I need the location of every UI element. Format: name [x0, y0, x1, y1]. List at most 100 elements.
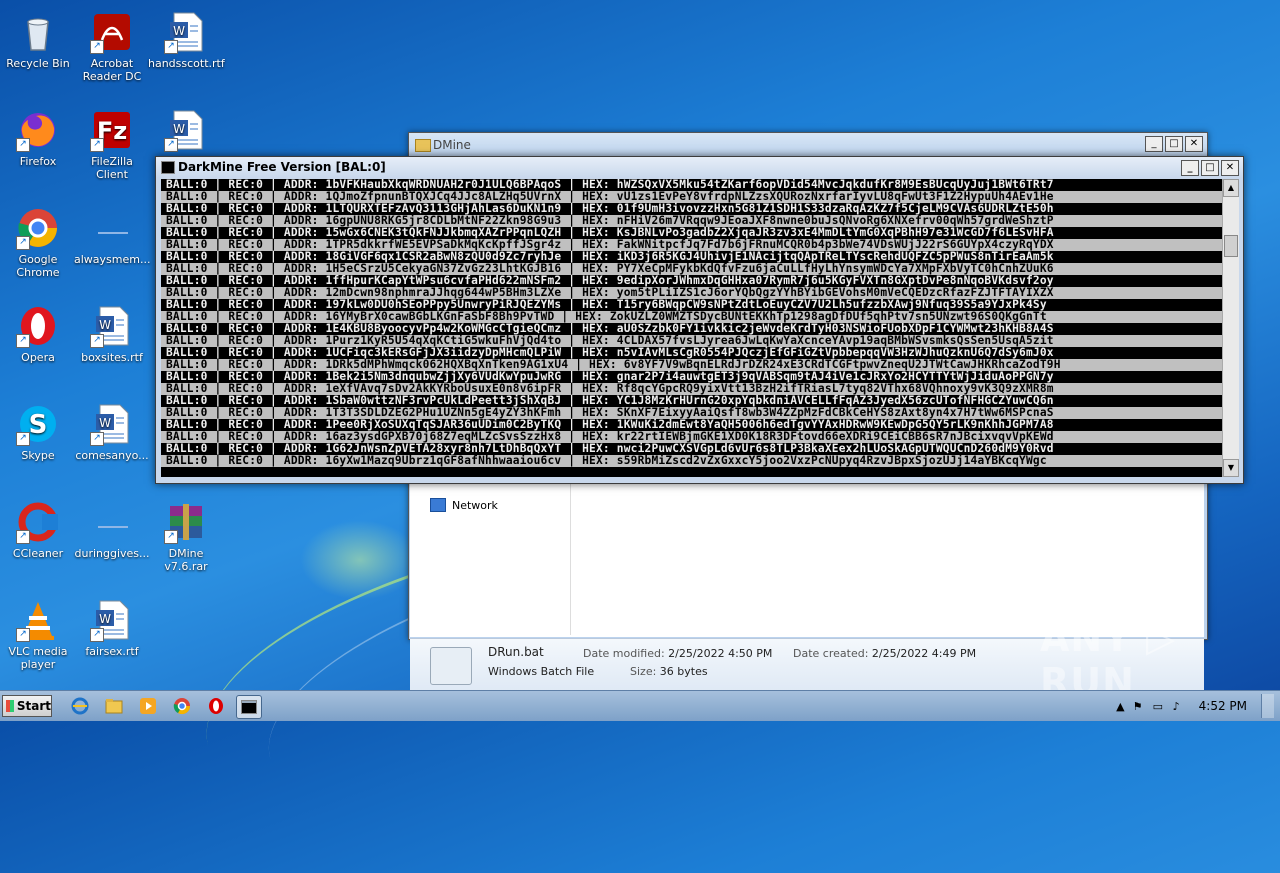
svg-text:S: S — [29, 410, 48, 440]
svg-text:W: W — [173, 122, 185, 136]
nav-item-network[interactable]: Network — [430, 498, 498, 512]
desktop-icon-label: Recycle Bin — [6, 57, 70, 70]
desktop-icon-label: alwaysmem... — [74, 253, 151, 266]
shortcut-arrow-icon: ↗ — [90, 138, 104, 152]
windows-flag-icon — [6, 700, 14, 712]
desktop-icon[interactable]: ↗ Acrobat Reader DC — [74, 6, 150, 83]
desktop-icon[interactable]: ↗ Firefox — [0, 104, 76, 168]
explorer-icon[interactable] — [102, 695, 126, 717]
desktop-icon[interactable]: W ↗ comesanyo... — [74, 398, 150, 462]
desktop-icon-label: Acrobat Reader DC — [82, 57, 142, 83]
desktop-icon-label: VLC media player — [8, 645, 68, 671]
firefox-icon: ↗ — [16, 108, 60, 152]
console-taskbar-icon[interactable] — [236, 695, 262, 719]
desktop-icon[interactable]: Fz ↗ FileZilla Client — [74, 104, 150, 181]
system-tray: ▲ ⚑ ▭ ♪ 4:52 PM — [1116, 691, 1280, 721]
media-player-icon[interactable] — [136, 695, 160, 717]
desktop-icon-label: Google Chrome — [16, 253, 60, 279]
word-doc-icon: W ↗ — [90, 598, 134, 642]
maximize-button[interactable]: □ — [1165, 136, 1183, 152]
file-size: Size: 36 bytes — [630, 665, 708, 678]
start-label: Start — [16, 699, 51, 713]
skype-icon: S ↗ — [16, 402, 60, 446]
show-desktop-button[interactable] — [1261, 694, 1274, 718]
scroll-down-arrow-icon[interactable]: ▼ — [1223, 459, 1239, 477]
svg-text:W: W — [99, 612, 111, 626]
scroll-thumb[interactable] — [1224, 235, 1238, 257]
minimize-button[interactable]: _ — [1181, 160, 1199, 176]
shortcut-arrow-icon: ↗ — [164, 530, 178, 544]
tray-expand-icon[interactable]: ▲ — [1116, 700, 1124, 713]
filezilla-icon: Fz ↗ — [90, 108, 134, 152]
shortcut-arrow-icon: ↗ — [90, 432, 104, 446]
desktop-icon[interactable]: S ↗ Skype — [0, 398, 76, 462]
opera-icon: ↗ — [16, 304, 60, 348]
desktop-icon[interactable]: ↗ CCleaner — [0, 496, 76, 560]
desktop-icon-label: handsscott.rtf — [148, 57, 225, 70]
shortcut-arrow-icon: ↗ — [90, 334, 104, 348]
acrobat-icon: ↗ — [90, 10, 134, 54]
desktop-icon-label: CCleaner — [12, 547, 64, 560]
desktop-icon[interactable]: W ↗ fairsex.rtf — [74, 594, 150, 658]
desktop-icon[interactable]: W ↗ boxsites.rtf — [74, 300, 150, 364]
console-titlebar[interactable]: DarkMine Free Version [BAL:0] _ □ ✕ — [156, 157, 1243, 178]
explorer-titlebar[interactable]: DMine _ □ ✕ — [409, 133, 1207, 157]
start-button[interactable]: Start — [2, 695, 52, 717]
blank-doc-icon — [90, 500, 134, 544]
svg-text:W: W — [99, 318, 111, 332]
svg-text:W: W — [173, 24, 185, 38]
scroll-up-arrow-icon[interactable]: ▲ — [1223, 179, 1239, 197]
desktop-icon[interactable]: alwaysmem... — [74, 202, 150, 266]
taskbar: Start ▲ ⚑ ▭ ♪ 4:52 PM — [0, 690, 1280, 721]
close-button[interactable]: ✕ — [1185, 136, 1203, 152]
clock[interactable]: 4:52 PM — [1199, 699, 1247, 713]
word-doc-icon: W ↗ — [90, 402, 134, 446]
console-icon — [161, 161, 175, 174]
desktop-icon[interactable]: ↗ DMine v7.6.rar — [148, 496, 224, 573]
chrome-icon[interactable] — [170, 695, 194, 717]
folder-icon — [415, 139, 431, 152]
chrome-icon: ↗ — [16, 206, 60, 250]
desktop-icon[interactable]: ↗ VLC media player — [0, 594, 76, 671]
console-window[interactable]: DarkMine Free Version [BAL:0] _ □ ✕ BALL… — [155, 156, 1244, 484]
desktop-icon[interactable]: ↗ Opera — [0, 300, 76, 364]
word-doc-icon: W ↗ — [164, 10, 208, 54]
vlc-icon: ↗ — [16, 598, 60, 642]
shortcut-arrow-icon: ↗ — [90, 628, 104, 642]
shortcut-arrow-icon: ↗ — [164, 138, 178, 152]
desktop-icon[interactable]: Recycle Bin — [0, 6, 76, 70]
action-center-flag-icon[interactable]: ⚑ — [1133, 700, 1145, 713]
desktop-icon-label: duringgives... — [74, 547, 150, 560]
network-tray-icon[interactable]: ▭ — [1153, 700, 1165, 713]
desktop-icon[interactable]: W ↗ handsscott.rtf — [148, 6, 225, 70]
network-icon — [430, 498, 446, 512]
desktop-icon-label: FileZilla Client — [91, 155, 133, 181]
recycle-bin-icon — [16, 10, 60, 54]
volume-icon[interactable]: ♪ — [1173, 700, 1185, 713]
winrar-icon: ↗ — [164, 500, 208, 544]
ie-icon[interactable] — [68, 695, 92, 717]
close-button[interactable]: ✕ — [1221, 160, 1239, 176]
explorer-title: DMine — [433, 138, 471, 152]
console-scrollbar[interactable]: ▲ ▼ — [1222, 179, 1239, 477]
desktop-icon-label: fairsex.rtf — [85, 645, 139, 658]
maximize-button[interactable]: □ — [1201, 160, 1219, 176]
batch-file-icon — [430, 647, 472, 685]
shortcut-arrow-icon: ↗ — [16, 530, 30, 544]
opera-icon[interactable] — [204, 695, 228, 717]
shortcut-arrow-icon: ↗ — [16, 628, 30, 642]
desktop-icon[interactable]: ↗ Google Chrome — [0, 202, 76, 279]
desktop-icon[interactable]: W ↗ — [148, 104, 224, 155]
word-doc-icon: W ↗ — [90, 304, 134, 348]
desktop-icon-label: boxsites.rtf — [81, 351, 143, 364]
minimize-button[interactable]: _ — [1145, 136, 1163, 152]
desktop-icon[interactable]: duringgives... — [74, 496, 150, 560]
ccleaner-icon: ↗ — [16, 500, 60, 544]
shortcut-arrow-icon: ↗ — [16, 138, 30, 152]
desktop-icon-label: DMine v7.6.rar — [164, 547, 208, 573]
shortcut-arrow-icon: ↗ — [16, 432, 30, 446]
console-output[interactable]: BALL:0 | REC:0 | ADDR: 1bVFKHaubXkqWRDNU… — [161, 179, 1223, 477]
desktop-icon-label: Opera — [21, 351, 55, 364]
date-modified: Date modified: 2/25/2022 4:50 PM — [583, 647, 773, 660]
blank-doc-icon — [90, 206, 134, 250]
